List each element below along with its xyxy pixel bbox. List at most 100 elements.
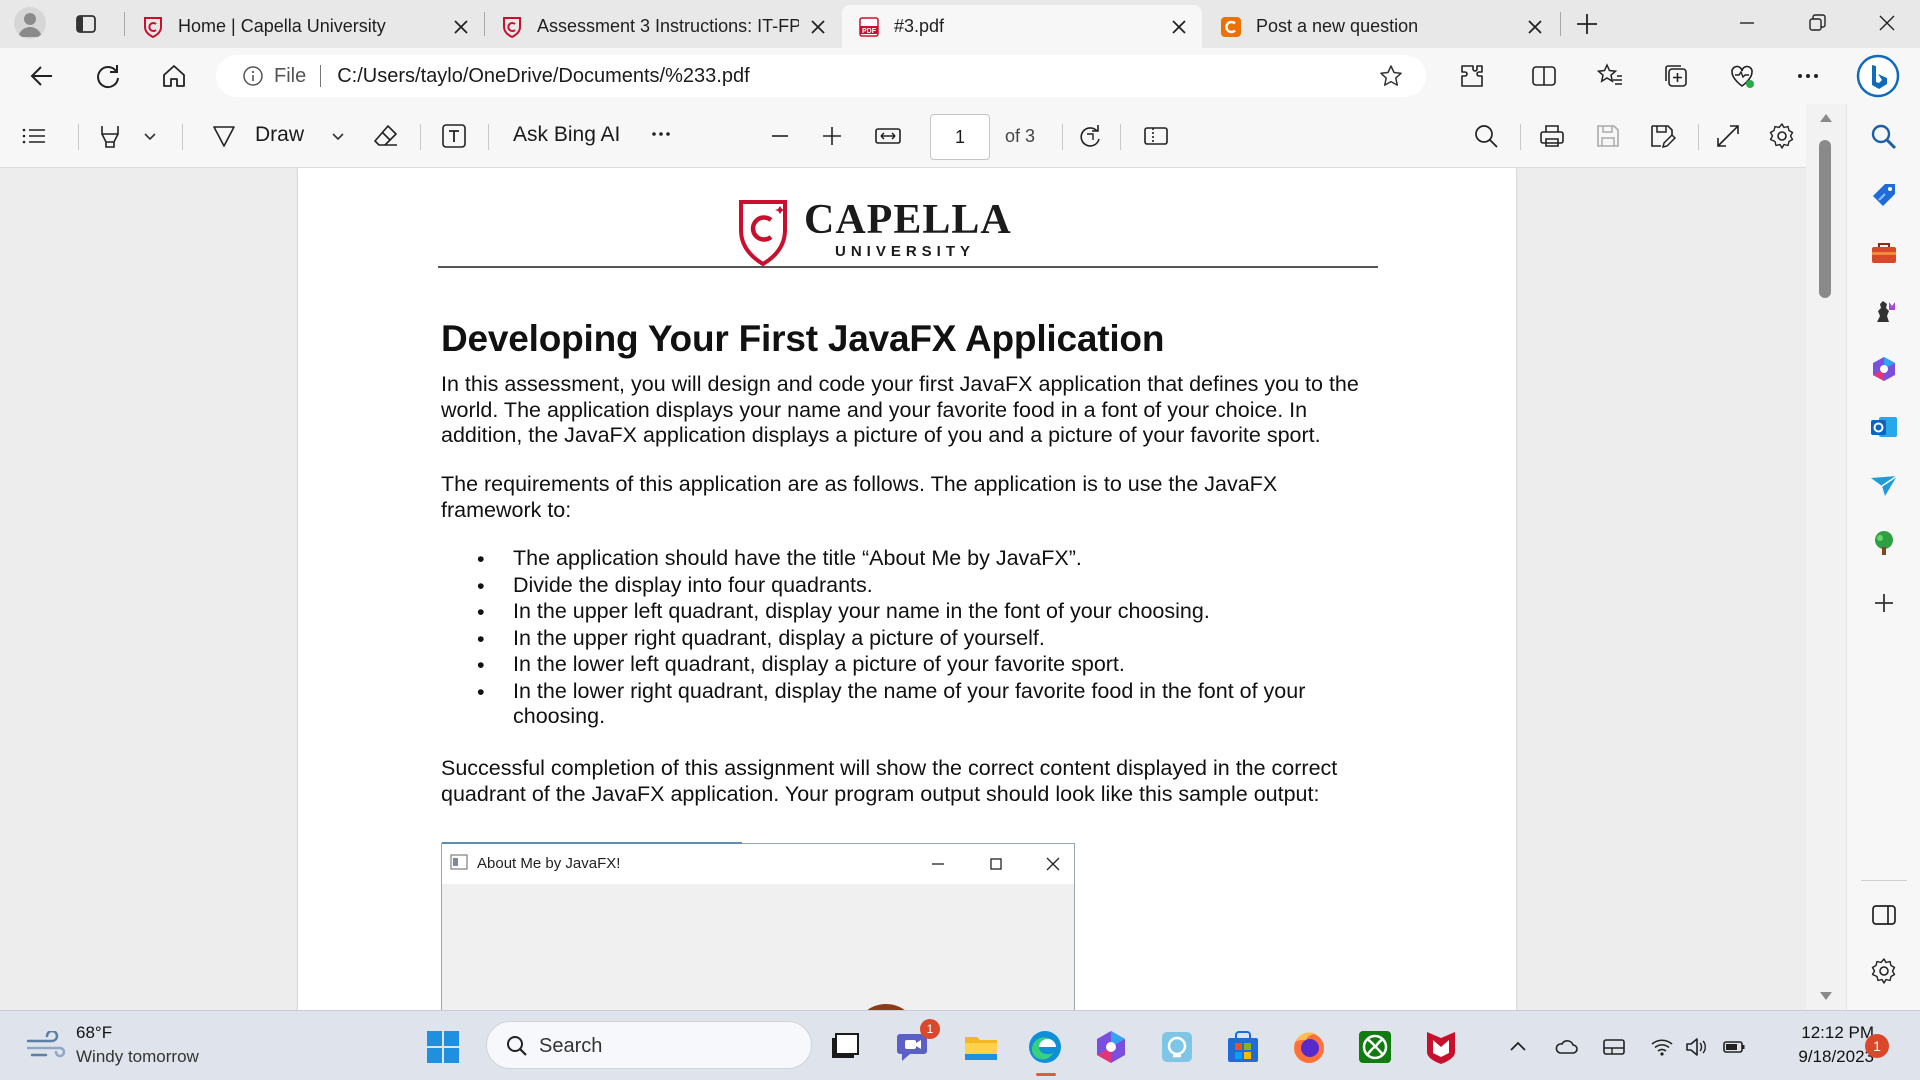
tree-icon[interactable] [1869,528,1899,558]
tab-assessment-instructions[interactable]: Assessment 3 Instructions: IT-FPX [485,5,841,48]
toolbar-separator [1698,124,1699,150]
xbox-icon[interactable] [1356,1028,1394,1066]
page-view-icon[interactable] [1142,122,1170,150]
task-view-icon[interactable] [826,1028,864,1066]
settings-gear-icon[interactable] [1768,122,1796,150]
firefox-icon[interactable] [1290,1028,1328,1066]
restore-icon[interactable] [1804,10,1830,36]
weather-description[interactable]: Windy tomorrow [76,1047,199,1067]
info-icon[interactable] [242,65,264,87]
back-icon[interactable] [28,62,56,90]
pdf-toolbar: Draw Ask Bing AI 1 of 3 [0,104,1806,168]
taskbar-search[interactable]: Search [486,1021,812,1069]
microsoft-store-icon[interactable] [1224,1028,1262,1066]
pdf-viewer[interactable]: CAPELLA UNIVERSITY Developing Your First… [0,168,1806,1010]
split-screen-icon[interactable] [1530,62,1558,90]
add-text-icon[interactable] [440,122,468,150]
browser-essentials-icon[interactable] [1728,62,1756,90]
scrollbar-thumb[interactable] [1819,140,1831,298]
mcafee-icon[interactable] [1422,1028,1460,1066]
vertical-scrollbar[interactable] [1806,104,1846,1010]
volume-icon[interactable] [1684,1035,1708,1059]
tab-actions-icon[interactable] [74,12,98,36]
page-number-input[interactable]: 1 [930,114,990,160]
add-sidebar-app-icon[interactable] [1869,588,1899,618]
draw-label[interactable]: Draw [255,123,304,147]
home-icon[interactable] [160,62,188,90]
windows-start-icon[interactable] [424,1028,462,1066]
notification-badge[interactable]: 1 [1865,1034,1889,1058]
onedrive-cloud-icon[interactable] [1554,1035,1578,1059]
games-chess-icon[interactable] [1869,296,1899,326]
scroll-up-icon[interactable] [1819,112,1833,124]
search-label: Search [539,1035,603,1057]
battery-icon[interactable] [1722,1035,1746,1059]
zoom-out-icon[interactable] [766,122,794,150]
scroll-down-icon[interactable] [1819,990,1833,1002]
windy-weather-icon[interactable] [26,1031,66,1061]
drop-send-icon[interactable] [1869,470,1899,500]
clock-time[interactable]: 12:12 PM [1770,1023,1874,1043]
favorite-star-icon[interactable] [1378,63,1404,89]
search-icon[interactable] [1869,122,1899,152]
microsoft-365-icon[interactable] [1869,354,1899,384]
contents-list-icon[interactable] [20,122,48,150]
toolbar-separator [1520,124,1521,150]
close-tab-icon[interactable] [1170,18,1188,36]
minimize-icon[interactable] [1734,10,1760,36]
outlook-icon[interactable] [1869,412,1899,442]
sidebar-settings-icon[interactable] [1869,956,1899,986]
highlight-icon[interactable] [96,122,124,150]
refresh-icon[interactable] [94,62,122,90]
rotate-icon[interactable] [1076,122,1104,150]
requirement-text: In the upper left quadrant, display your… [513,599,1210,623]
chevron-down-icon[interactable] [328,122,348,150]
print-icon[interactable] [1538,122,1566,150]
close-tab-icon[interactable] [452,18,470,36]
close-tab-icon[interactable] [809,18,827,36]
tab-capella-home[interactable]: Home | Capella University [126,5,484,48]
microsoft-365-icon[interactable] [1092,1028,1130,1066]
fit-to-width-icon[interactable] [874,122,902,150]
clock-date[interactable]: 9/18/2023 [1770,1047,1874,1067]
chevron-down-icon[interactable] [140,122,160,150]
new-tab-icon[interactable] [1574,11,1600,37]
wifi-icon[interactable] [1650,1035,1674,1059]
close-tab-icon[interactable] [1526,18,1544,36]
close-window-icon[interactable] [1874,10,1900,36]
tab-chegg-question[interactable]: Post a new question [1204,5,1558,48]
address-divider [320,65,322,87]
eraser-icon[interactable] [372,122,400,150]
weather-temperature[interactable]: 68°F [76,1023,112,1043]
more-options-icon[interactable] [1794,62,1822,90]
bing-copilot-icon[interactable] [1856,54,1900,98]
extensions-icon[interactable] [1458,62,1486,90]
show-hidden-icons-chevron-up-icon[interactable] [1506,1035,1530,1059]
file-explorer-icon[interactable] [962,1028,1000,1066]
keyboard-layout-icon[interactable] [1602,1035,1626,1059]
search-icon[interactable] [1472,122,1500,150]
tools-briefcase-icon[interactable] [1869,238,1899,268]
edge-browser-icon[interactable] [1026,1028,1064,1066]
tab-title: #3.pdf [894,16,945,36]
hide-sidebar-icon[interactable] [1869,900,1899,930]
tab-pdf-active[interactable]: PDF #3.pdf [842,5,1202,48]
ask-bing-ai-button[interactable]: Ask Bing AI [513,123,620,147]
app-lens-icon[interactable] [1158,1028,1196,1066]
save-icon[interactable] [1594,122,1622,150]
toolbar-separator [488,124,489,150]
address-bar[interactable]: File C:/Users/taylo/OneDrive/Documents/%… [216,55,1426,97]
edge-sidebar [1846,104,1920,1010]
shopping-tag-icon[interactable] [1869,180,1899,210]
url-text[interactable]: C:/Users/taylo/OneDrive/Documents/%233.p… [337,65,1378,88]
save-as-icon[interactable] [1648,122,1676,150]
profile-avatar[interactable] [14,7,46,39]
full-screen-icon[interactable] [1714,122,1742,150]
more-tools-icon[interactable] [648,122,676,150]
favorites-icon[interactable] [1596,62,1624,90]
requirement-text: In the upper right quadrant, display a p… [513,625,1045,650]
draw-pen-icon[interactable] [210,122,238,150]
url-scheme-label: File [274,64,307,87]
zoom-in-icon[interactable] [818,122,846,150]
collections-icon[interactable] [1662,62,1690,90]
